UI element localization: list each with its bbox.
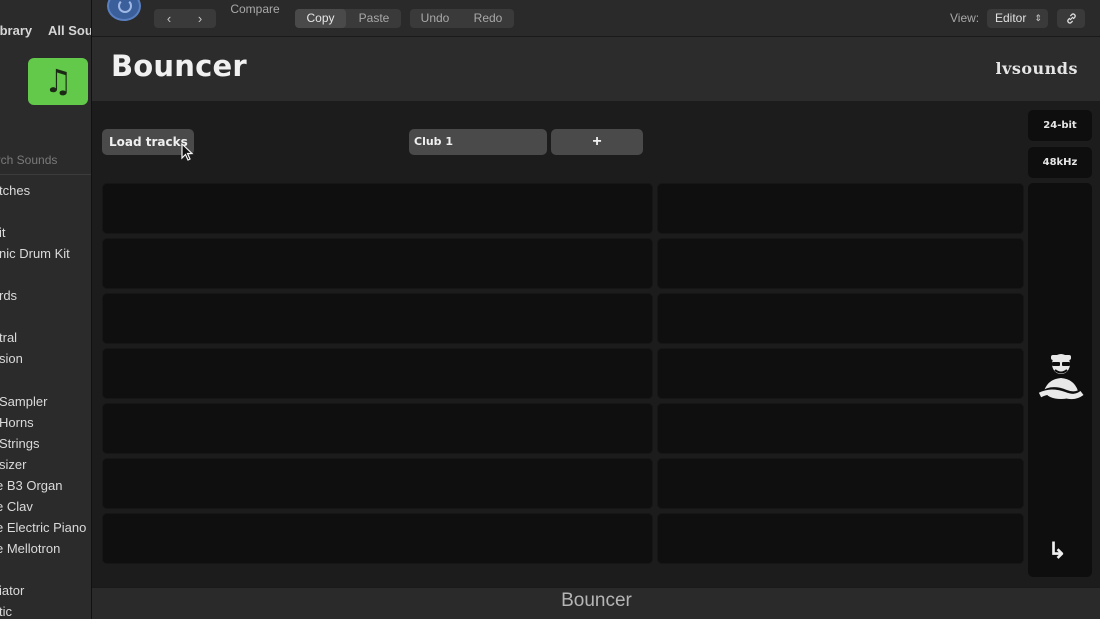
undo-button[interactable]: Undo [410,9,460,28]
library-item[interactable]: sizer [0,457,26,472]
library-item[interactable]: tral [0,330,17,345]
track-slot[interactable] [102,458,653,509]
track-slot[interactable] [657,293,1024,344]
paste-button[interactable]: Paste [347,9,401,28]
track-grid [102,183,1024,565]
track-slot[interactable] [657,403,1024,454]
link-icon [1066,13,1076,24]
library-item[interactable]: sion [0,351,23,366]
sample-rate-button[interactable]: 48kHz [1028,147,1092,178]
library-sidebar: ibrary All Soun ♫ arch Sounds tches it n… [0,0,92,619]
library-item[interactable]: Sampler [0,394,47,409]
view-label: View: [950,11,980,25]
compare-button[interactable]: Compare [224,0,286,19]
back-arrow-icon[interactable]: ‹ [154,9,184,28]
track-slot[interactable] [657,458,1024,509]
power-button[interactable] [107,0,141,21]
preset-button[interactable]: Club 1 [409,129,547,155]
track-slot[interactable] [657,238,1024,289]
library-item[interactable]: it [0,225,6,240]
track-slot[interactable] [102,183,653,234]
plugin-header: Bouncer lvsounds [92,37,1100,101]
track-slot[interactable] [657,513,1024,564]
forward-arrow-icon[interactable]: › [185,9,215,28]
footer-title: Bouncer [561,590,632,611]
library-item[interactable]: Strings [0,436,39,451]
library-item[interactable]: e Electric Piano [0,520,86,535]
view-select[interactable]: Editor ⇕ [987,9,1048,28]
track-slot[interactable] [102,293,653,344]
bit-depth-button[interactable]: 24-bit [1028,110,1092,141]
track-slot[interactable] [657,183,1024,234]
link-button[interactable] [1057,9,1085,28]
add-preset-button[interactable]: + [551,129,643,155]
library-item[interactable]: Horns [0,415,34,430]
plugin-window: ‹ › Compare Copy Paste Undo Redo View: E… [91,0,1100,619]
library-item[interactable]: e Clav [0,499,33,514]
library-item[interactable]: e Mellotron [0,541,60,556]
mascot-icon [1038,354,1084,400]
library-item[interactable]: nic Drum Kit [0,246,70,261]
library-item[interactable]: tic [0,604,12,619]
tab-all-sounds[interactable]: All Soun [48,23,92,38]
brand-logo: lvsounds [995,59,1078,78]
library-item[interactable]: iator [0,583,24,598]
library-search-input[interactable]: arch Sounds [0,153,92,173]
copy-paste-group: Copy Paste [295,9,401,28]
tab-library[interactable]: ibrary [0,23,32,38]
nav-group: ‹ › [154,9,216,28]
music-note-icon: ♫ [44,62,73,100]
plugin-footer: Bouncer [92,587,1100,619]
export-panel: ↳ [1028,183,1092,577]
track-slot[interactable] [102,238,653,289]
undo-redo-group: Undo Redo [410,9,514,28]
redo-button[interactable]: Redo [462,9,514,28]
track-slot[interactable] [657,348,1024,399]
library-instrument-tile[interactable]: ♫ [28,58,88,105]
power-icon [118,0,132,13]
copy-button[interactable]: Copy [295,9,346,28]
track-slot[interactable] [102,348,653,399]
library-item[interactable]: rds [0,288,17,303]
plugin-toolbar: ‹ › Compare Copy Paste Undo Redo View: E… [92,0,1100,37]
chevron-updown-icon: ⇕ [1034,13,1042,23]
plugin-title: Bouncer [111,49,247,83]
track-slot[interactable] [102,513,653,564]
plugin-main: Load tracks Club 1 + 24-bit 48kHz ↳ [92,101,1100,587]
view-select-value: Editor [995,11,1027,25]
library-item[interactable]: e B3 Organ [0,478,63,493]
library-divider [0,174,92,175]
mouse-cursor-icon [181,143,194,161]
export-arrow-icon[interactable]: ↳ [1048,538,1066,564]
track-slot[interactable] [102,403,653,454]
library-item[interactable]: tches [0,183,30,198]
